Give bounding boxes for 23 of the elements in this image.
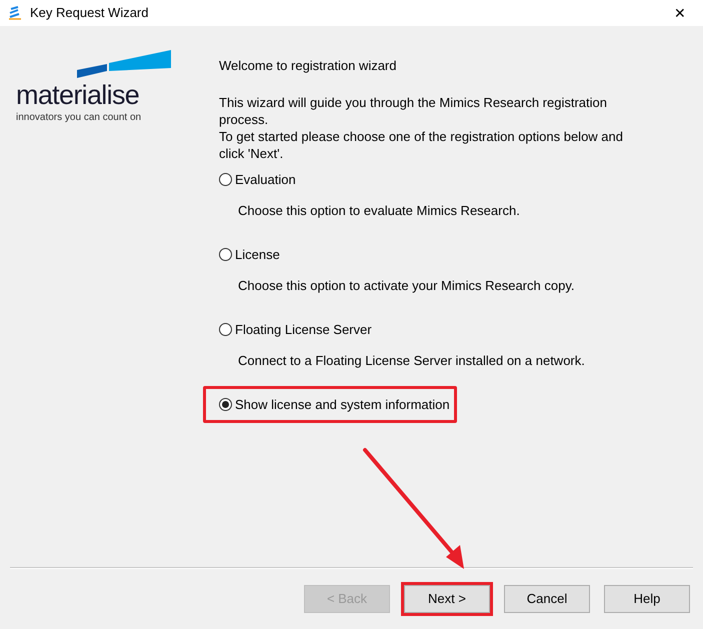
logo-tagline: innovators you can count on — [16, 111, 142, 125]
wizard-button[interactable]: Next > — [404, 585, 490, 613]
intro-text: To get started please choose one of the registration options below and click 'Next'. — [219, 128, 624, 162]
radio-button[interactable] — [219, 398, 232, 411]
option-description: Choose this option to evaluate Mimics Research. — [238, 202, 521, 220]
radio-button[interactable] — [219, 322, 232, 336]
option-description: Choose this option to activate your Mimics Research copy. — [238, 277, 576, 295]
app-icon — [8, 6, 22, 20]
wizard-button[interactable]: Cancel — [504, 585, 590, 613]
radio-option[interactable]: Evaluation — [219, 170, 296, 189]
radio-option[interactable]: Floating License Server — [219, 320, 372, 339]
radio-button[interactable] — [219, 248, 232, 261]
window-title: Key Request Wizard — [30, 4, 148, 22]
option-description: Connect to a Floating License Server installed on a network. — [238, 352, 586, 370]
radio-button[interactable] — [219, 172, 232, 186]
close-button[interactable]: ✕ — [665, 2, 695, 24]
wizard-heading: Welcome to registration wizard — [219, 57, 398, 75]
logo-stripe-icon — [77, 50, 171, 80]
radio-option[interactable]: Show license and system information — [219, 394, 450, 414]
intro-text: This wizard will guide you through the Mimics Research registration process. — [219, 94, 608, 128]
radio-option[interactable]: License — [219, 244, 280, 264]
logo-wordmark: materialise — [16, 80, 140, 110]
wizard-button[interactable]: Help — [604, 585, 690, 613]
